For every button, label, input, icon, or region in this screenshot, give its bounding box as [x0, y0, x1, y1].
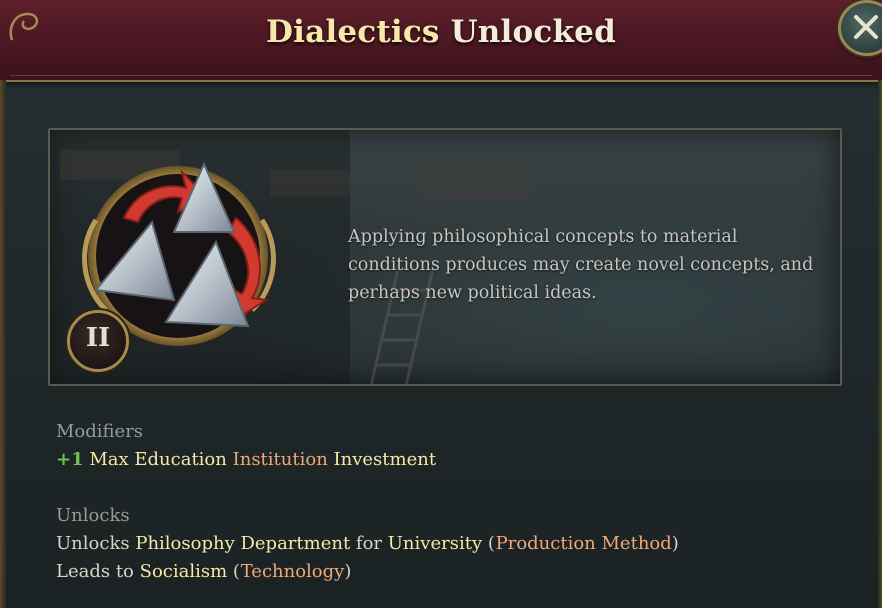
- modifier-name-part2[interactable]: Institution: [233, 449, 328, 470]
- title-highlight: Dialectics: [266, 14, 440, 50]
- unlock-line-2: Leads to Socialism ( Technology): [56, 561, 351, 582]
- leads-to-type-link[interactable]: Technology: [241, 561, 345, 582]
- tier-label: II: [85, 323, 111, 353]
- unlock-prefix: Unlocks: [56, 533, 130, 554]
- technology-description: Applying philosophical concepts to mater…: [348, 227, 814, 303]
- close-icon: [854, 15, 878, 39]
- technology-card: II Applying philosophical concepts to ma…: [48, 128, 842, 386]
- frame-left: [0, 80, 6, 608]
- leads-to-item-link[interactable]: Socialism: [140, 561, 228, 582]
- frame-right: [878, 80, 882, 608]
- bg-books: [420, 160, 530, 200]
- unlock-mid: for: [355, 533, 383, 554]
- leads-to-prefix: Leads to: [56, 561, 134, 582]
- title-rest: Unlocked: [439, 14, 616, 50]
- unlock-line-1: Unlocks Philosophy Department for Univer…: [56, 533, 679, 554]
- page-title: Dialectics Unlocked: [0, 14, 882, 50]
- paren-open: (: [232, 561, 240, 582]
- tier-badge: II: [67, 310, 129, 372]
- unlock-target-link[interactable]: University: [388, 533, 482, 554]
- panel-header: Dialectics Unlocked: [0, 0, 882, 82]
- unlock-type-link[interactable]: Production Method: [496, 533, 672, 554]
- modifier-value: +1: [56, 449, 84, 470]
- modifiers-heading: Modifiers: [56, 421, 144, 442]
- paren-close: ): [671, 533, 679, 554]
- unlocks-heading: Unlocks: [56, 505, 130, 526]
- modifier-line[interactable]: +1 Max Education Institution Investment: [56, 449, 436, 470]
- modifier-name-part1: Max Education: [89, 449, 227, 470]
- modifier-name-part3: Investment: [333, 449, 437, 470]
- unlock-item-link[interactable]: Philosophy Department: [135, 533, 350, 554]
- paren-close: ): [344, 561, 352, 582]
- paren-open: (: [487, 533, 495, 554]
- event-panel: Dialectics Unlocked II Applying philosop…: [0, 0, 882, 608]
